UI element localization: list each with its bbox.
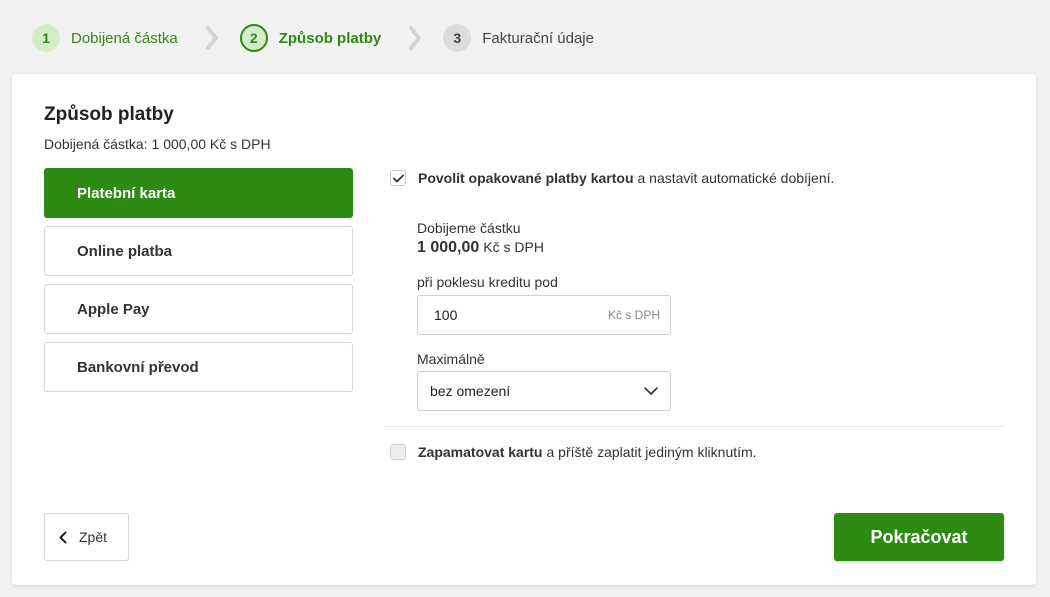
method-label: Online platba [77,242,173,260]
method-card[interactable]: Platební karta [44,168,353,218]
autotopup-settings: Dobijeme částku 1 000,00 Kč s DPH [417,220,677,257]
step-label: Dobijená částka [71,29,178,47]
page-title: Způsob platby [44,104,174,125]
method-label: Platební karta [77,184,176,202]
chevron-left-icon [59,531,67,543]
step-number: 1 [32,24,60,52]
recurring-label-rest: a nastavit automatické dobíjení. [637,170,835,186]
step-number: 3 [443,24,472,52]
remember-label-bold: Zapamatovat kartu [418,444,543,460]
amount-label: Dobijeme částku [417,220,521,236]
method-label: Bankovní převod [77,358,199,376]
step-label: Fakturační údaje [482,29,594,47]
back-label: Zpět [79,529,108,545]
back-button[interactable]: Zpět [44,513,129,561]
chevron-right-icon [192,24,232,52]
divider [384,426,1004,427]
method-online[interactable]: Online platba [44,226,353,276]
remember-label-rest: a příště zaplatit jediným kliknutím. [546,444,757,460]
summary-value: 1 000,00 Kč s DPH [151,136,271,152]
step-label: Způsob platby [278,29,382,47]
chevron-right-icon [395,24,435,52]
amount-unit: Kč s DPH [483,239,544,255]
max-value: bez omezení [430,383,511,399]
remember-card-option: Zapamatovat kartu a příště zaplatit jedi… [390,444,757,460]
recurring-checkbox[interactable] [390,170,406,186]
summary-label: Dobijená částka: [44,136,148,152]
threshold-unit: Kč s DPH [607,308,660,322]
method-apple-pay[interactable]: Apple Pay [44,284,353,334]
remember-checkbox[interactable] [390,444,406,460]
checkout-stepper: 1 Dobijená částka 2 Způsob platby 3 Fakt… [32,24,594,52]
continue-button[interactable]: Pokračovat [834,513,1004,561]
max-label: Maximálně [417,351,485,367]
payment-method-list: Platební karta Online platba Apple Pay B… [44,168,353,400]
payment-card: Způsob platby Dobijená částka: 1 000,00 K… [12,74,1036,585]
step-payment-method: 2 Způsob platby [239,24,382,52]
chevron-down-icon [644,387,658,395]
threshold-value: 100 [434,307,458,323]
threshold-label: při poklesu kreditu pod [417,274,558,290]
recurring-payments-option: Povolit opakované platby kartou a nastav… [390,170,834,186]
threshold-input[interactable]: 100 Kč s DPH [417,295,671,335]
method-bank-transfer[interactable]: Bankovní převod [44,342,353,392]
topup-amount-summary: Dobijená částka: 1 000,00 Kč s DPH [44,136,271,152]
check-icon [392,174,404,182]
step-amount[interactable]: 1 Dobijená částka [32,24,178,52]
max-select[interactable]: bez omezení [417,371,671,411]
step-billing: 3 Fakturační údaje [443,24,594,52]
continue-label: Pokračovat [870,526,968,547]
amount-value-row: 1 000,00 Kč s DPH [417,239,677,257]
recurring-label-bold: Povolit opakované platby kartou [418,170,634,186]
amount-value: 1 000,00 [417,239,480,256]
method-label: Apple Pay [77,300,150,318]
step-number: 2 [239,24,268,52]
